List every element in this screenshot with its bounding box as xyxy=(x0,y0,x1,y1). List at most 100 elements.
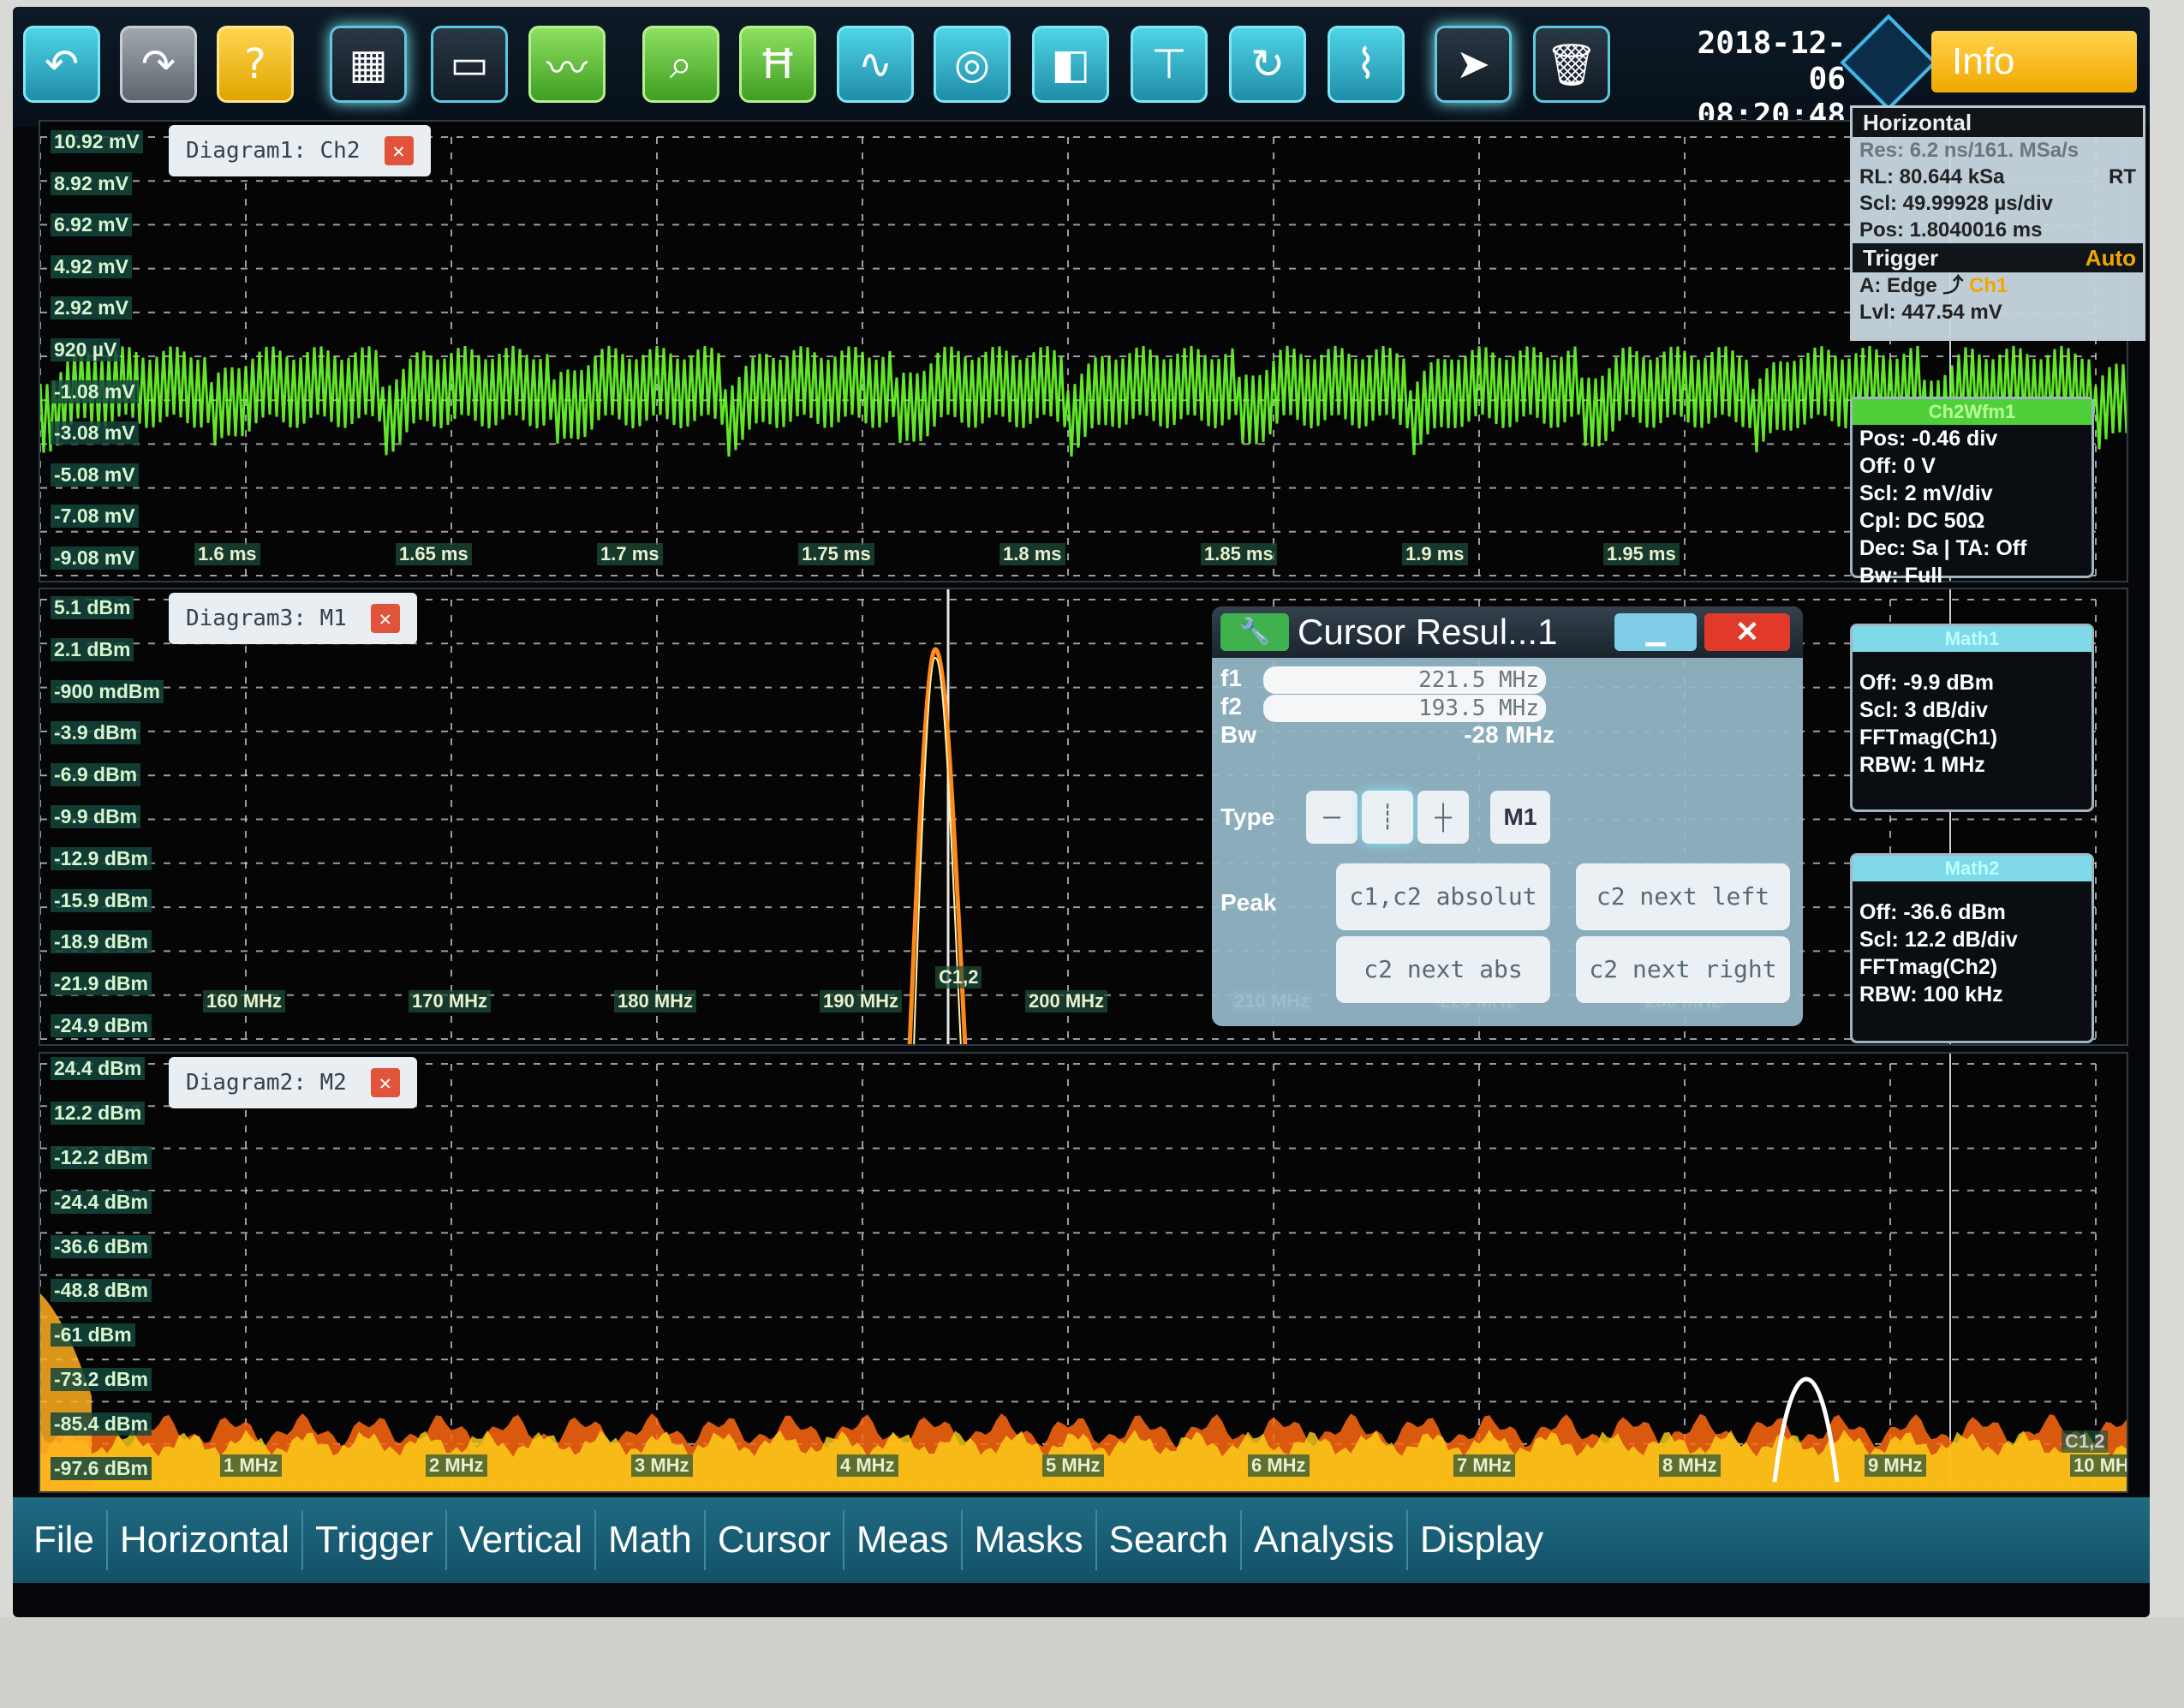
horizontal-res: Res: 6.2 ns/161. MSa/s xyxy=(1859,139,2080,162)
diagram2-m2[interactable]: Diagram2: M2 ✕ 24.4 dBm 12.2 dBm -12.2 dBm… xyxy=(39,1052,2128,1493)
menu-display[interactable]: Display xyxy=(1408,1510,1555,1570)
diagram3-cursor-label[interactable]: C1,2 xyxy=(935,966,982,988)
info-button[interactable]: Info xyxy=(1931,31,2137,93)
diagram3-tab[interactable]: Diagram3: M1 ✕ xyxy=(169,593,417,644)
menu-cursor[interactable]: Cursor xyxy=(706,1510,844,1570)
y-tick-label: 24.4 dBm xyxy=(51,1057,146,1080)
rs-logo-icon xyxy=(1840,14,1937,111)
diagram1-close-icon[interactable]: ✕ xyxy=(384,136,414,165)
diagram2-cursor-label[interactable]: C1,2 xyxy=(2062,1430,2109,1453)
math2-settings-panel[interactable]: Math2 Off: -36.6 dBm Scl: 12.2 dB/div FF… xyxy=(1850,853,2094,1043)
cursor-type-both-button[interactable]: ┼ xyxy=(1417,791,1469,844)
x-tick-label: 170 MHz xyxy=(409,990,492,1012)
camera-button[interactable]: ◎ xyxy=(934,26,1011,103)
redo-icon: ↷ xyxy=(140,40,176,88)
y-tick-label: 10.92 mV xyxy=(51,130,143,153)
cursor-type-vertical-button[interactable]: ┊ xyxy=(1362,791,1413,844)
zoom-button[interactable]: ⌕ xyxy=(642,26,719,103)
layout-button[interactable]: ▦ xyxy=(330,26,407,103)
y-tick-label: -85.4 dBm xyxy=(51,1412,152,1436)
delete-icon: 🗑 xyxy=(1545,40,1598,89)
diagram1-ch2[interactable]: Diagram1: Ch2 ✕ 10.92 mV 8.92 mV 6.92 mV 4.… xyxy=(39,120,2128,582)
y-tick-label: -24.9 dBm xyxy=(51,1014,152,1037)
math1-panel-header: Math1 xyxy=(1853,626,2092,652)
diagram2-title: Diagram2: M2 xyxy=(186,1070,347,1096)
history-button[interactable]: ↻ xyxy=(1229,26,1306,103)
open-file-button[interactable]: ▭ xyxy=(431,26,508,103)
horizontal-trigger-info[interactable]: Horizontal Res: 6.2 ns/161. MSa/s RL: 80… xyxy=(1850,105,2145,341)
math-button[interactable]: ∿ xyxy=(837,26,914,103)
y-tick-label: -24.4 dBm xyxy=(51,1190,152,1214)
menu-file[interactable]: File xyxy=(21,1510,108,1570)
redo-button[interactable]: ↷ xyxy=(120,26,197,103)
y-tick-label: 6.92 mV xyxy=(51,213,132,237)
trigger-a-row: A: Edge ⤴ Ch1 xyxy=(1853,272,2143,299)
menu-math[interactable]: Math xyxy=(596,1510,706,1570)
y-tick-label: -12.2 dBm xyxy=(51,1145,152,1169)
cursor-dialog-title: Cursor Resul...1 xyxy=(1298,612,1558,652)
y-tick-label: -97.6 dBm xyxy=(51,1457,152,1480)
x-tick-label: 5 MHz xyxy=(1042,1454,1104,1477)
cursor-dialog-titlebar[interactable]: 🔧 Cursor Resul...1 ▁ ✕ xyxy=(1212,606,1803,658)
cursor-results-dialog[interactable]: 🔧 Cursor Resul...1 ▁ ✕ f1 221.5 MHz f2 1… xyxy=(1212,606,1803,1026)
menu-masks[interactable]: Masks xyxy=(963,1510,1097,1570)
x-tick-label: 6 MHz xyxy=(1248,1454,1310,1477)
pointer-button[interactable]: ➤ xyxy=(1435,26,1512,103)
diagram3-m1[interactable]: Diagram3: M1 ✕ 5.1 dBm 2.1 dBm -900 mdBm -3… xyxy=(39,588,2128,1046)
delete-button[interactable]: 🗑 xyxy=(1533,26,1610,103)
peak-c2-next-abs-button[interactable]: c2 next abs xyxy=(1336,936,1550,1003)
cursor-source-button[interactable]: M1 xyxy=(1490,791,1550,844)
minimize-button[interactable]: ▁ xyxy=(1614,613,1697,651)
horizontal-title: Horizontal xyxy=(1853,108,2143,137)
y-tick-label: -9.9 dBm xyxy=(51,805,141,828)
menu-horizontal[interactable]: Horizontal xyxy=(108,1510,303,1570)
help-button[interactable]: ? xyxy=(217,26,294,103)
menu-search[interactable]: Search xyxy=(1097,1510,1243,1570)
math2-panel-header: Math2 xyxy=(1853,856,2092,881)
fft-button[interactable]: ⌇ xyxy=(1328,26,1405,103)
y-tick-label: -6.9 dBm xyxy=(51,763,141,787)
bookmark-button[interactable]: Ħ xyxy=(739,26,816,103)
diagram2-tab[interactable]: Diagram2: M2 ✕ xyxy=(169,1057,417,1108)
trigger-title: Trigger xyxy=(1863,245,1939,271)
diagram2-close-icon[interactable]: ✕ xyxy=(370,1068,400,1097)
measure-button[interactable]: ⊤ xyxy=(1131,26,1208,103)
math2-rbw: RBW: 100 kHz xyxy=(1859,982,2003,1006)
wrench-icon[interactable]: 🔧 xyxy=(1220,613,1289,651)
math1-settings-panel[interactable]: Math1 Off: -9.9 dBm Scl: 3 dB/div FFTmag… xyxy=(1850,624,2094,812)
diagram1-tab[interactable]: Diagram1: Ch2 ✕ xyxy=(169,125,431,176)
peak-label: Peak xyxy=(1220,889,1277,916)
y-tick-label: -7.08 mV xyxy=(51,505,139,529)
menu-analysis[interactable]: Analysis xyxy=(1242,1510,1408,1570)
undo-button[interactable]: ↶ xyxy=(23,26,100,103)
cursor-type-horizontal-button[interactable]: ─ xyxy=(1306,791,1358,844)
y-tick-label: -15.9 dBm xyxy=(51,888,152,912)
peak-c2-next-left-button[interactable]: c2 next left xyxy=(1576,863,1790,930)
menu-trigger[interactable]: Trigger xyxy=(303,1510,447,1570)
x-tick-label: 1.8 ms xyxy=(1000,543,1065,565)
help-icon: ? xyxy=(244,40,266,88)
y-tick-label: -900 mdBm xyxy=(51,679,164,703)
menu-vertical[interactable]: Vertical xyxy=(447,1510,597,1570)
waveform-button[interactable]: 〰 xyxy=(528,26,606,103)
peak-c1c2-absolut-button[interactable]: c1,c2 absolut xyxy=(1336,863,1550,930)
x-tick-label: 2 MHz xyxy=(426,1454,487,1477)
close-button[interactable]: ✕ xyxy=(1704,613,1790,651)
diagram3-close-icon[interactable]: ✕ xyxy=(370,604,400,633)
f1-label: f1 xyxy=(1220,665,1242,691)
pointer-icon: ➤ xyxy=(1455,40,1491,88)
menu-meas[interactable]: Meas xyxy=(844,1510,963,1570)
peak-c2-next-right-button[interactable]: c2 next right xyxy=(1576,936,1790,1003)
horizontal-scl: Scl: 49.99928 µs/div xyxy=(1859,192,2053,215)
menu-bar: File Horizontal Trigger Vertical Math Cu… xyxy=(13,1497,2150,1583)
ch2-settings-panel[interactable]: Ch2Wfm1 Pos: -0.46 div Off: 0 V Scl: 2 m… xyxy=(1850,397,2094,588)
fft-icon: ⌇ xyxy=(1356,40,1376,88)
y-tick-label: -3.08 mV xyxy=(51,421,139,445)
y-tick-label: 12.2 dBm xyxy=(51,1101,146,1125)
math1-source: FFTmag(Ch1) xyxy=(1859,726,1998,749)
mask-button[interactable]: ◧ xyxy=(1032,26,1109,103)
math2-off: Off: -36.6 dBm xyxy=(1859,900,2006,924)
math2-source: FFTmag(Ch2) xyxy=(1859,955,1998,979)
f2-label: f2 xyxy=(1220,693,1242,720)
y-tick-label: -12.9 dBm xyxy=(51,846,152,870)
